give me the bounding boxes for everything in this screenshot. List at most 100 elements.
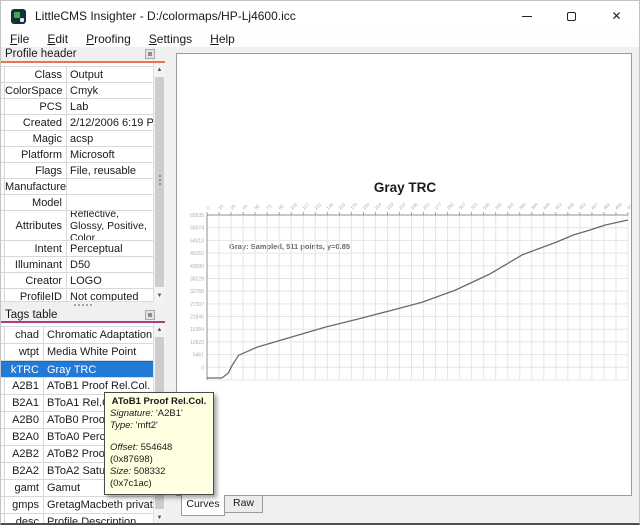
- scroll-down-icon[interactable]: ▼: [154, 511, 165, 523]
- row-value: Gamut: [47, 482, 81, 494]
- row-value: D50: [70, 258, 91, 271]
- table-row[interactable]: Illuminant D50: [1, 257, 153, 273]
- row-label: ProfileID: [19, 290, 62, 302]
- scroll-up-icon[interactable]: ▲: [154, 63, 165, 76]
- menu-edit[interactable]: Edit: [38, 32, 77, 46]
- svg-text:453: 453: [578, 201, 587, 210]
- tooltip-signature: Signature: 'A2B1': [110, 408, 183, 419]
- maximize-button[interactable]: [549, 1, 594, 31]
- menu-proofing[interactable]: Proofing: [77, 32, 140, 46]
- row-label: Attributes: [15, 219, 62, 232]
- row-value: Media White Point: [47, 346, 137, 358]
- row-label: wtpt: [18, 346, 39, 358]
- row-label: Magic: [32, 132, 62, 145]
- svg-text:73: 73: [265, 203, 272, 210]
- panel-options-icon[interactable]: [145, 310, 155, 320]
- row-label: PCS: [39, 100, 62, 113]
- row-value-cell: Cmyk: [66, 83, 153, 98]
- profile-header-title-text: Profile header: [5, 48, 77, 60]
- table-row[interactable]: kTRC Gray TRC: [1, 361, 153, 378]
- table-row[interactable]: Creator LOGO: [1, 273, 153, 289]
- svg-text:21845: 21845: [190, 315, 204, 321]
- table-row[interactable]: Manufacturer: [1, 179, 153, 195]
- table-row[interactable]: wtpt Media White Point: [1, 344, 153, 361]
- row-value-cell: [66, 179, 153, 194]
- menu-settings[interactable]: Settings: [140, 32, 201, 46]
- row-value-cell: Not computed: [66, 289, 153, 301]
- scroll-up-icon[interactable]: ▲: [154, 323, 165, 336]
- svg-text:43690: 43690: [190, 264, 204, 270]
- table-row[interactable]: ColorSpace Cmyk: [1, 83, 153, 99]
- table-row[interactable]: Platform Microsoft: [1, 147, 153, 163]
- trc-curve-chart: 65535 60074 54613 49152 43690 38229 32768 27307…: [190, 201, 631, 381]
- profile-table-scrollbar[interactable]: ▲ ▼: [153, 63, 165, 302]
- row-label: Illuminant: [14, 258, 62, 271]
- row-value-cell: LOGO: [66, 273, 153, 288]
- row-value: Reflective, Glossy, Positive, Color: [70, 211, 147, 240]
- row-label: Class: [34, 68, 62, 81]
- svg-text:29: 29: [229, 203, 236, 210]
- close-button[interactable]: ✕: [594, 1, 639, 31]
- row-label: gmps: [12, 499, 39, 511]
- svg-text:38229: 38229: [190, 276, 204, 282]
- svg-text:58: 58: [253, 203, 260, 210]
- app-window: LittleCMS Insighter - D:/colormaps/HP-Lj…: [0, 0, 640, 525]
- row-value-cell: Output: [66, 67, 153, 82]
- table-row[interactable]: Intent Perceptual: [1, 241, 153, 257]
- svg-text:219: 219: [386, 201, 395, 210]
- row-value-cell: GretagMacbeth private: [43, 497, 153, 513]
- scroll-down-icon[interactable]: ▼: [154, 289, 165, 302]
- menu-help[interactable]: Help: [201, 32, 244, 46]
- table-row[interactable]: desc Profile Description: [1, 514, 153, 523]
- row-value-cell: Media White Point: [43, 344, 153, 360]
- row-value-cell: acsp: [66, 131, 153, 146]
- svg-text:204: 204: [374, 201, 383, 210]
- svg-text:10923: 10923: [190, 340, 204, 346]
- svg-text:60074: 60074: [190, 226, 204, 232]
- row-value-cell: Lab: [66, 99, 153, 114]
- svg-text:263: 263: [422, 201, 431, 210]
- tab-curves[interactable]: Curves: [181, 495, 225, 516]
- svg-text:467: 467: [590, 201, 599, 210]
- table-row[interactable]: Flags File, reusable: [1, 163, 153, 179]
- scrollbar-thumb[interactable]: [155, 77, 164, 287]
- row-label: kTRC: [10, 363, 39, 376]
- minimize-button[interactable]: [504, 1, 549, 31]
- row-label: A2B2: [12, 448, 39, 460]
- table-row[interactable]: Class Output: [1, 67, 153, 83]
- tab-raw[interactable]: Raw: [224, 496, 263, 513]
- table-row[interactable]: PCS Lab: [1, 99, 153, 115]
- table-row[interactable]: Attributes Reflective, Glossy, Positive, …: [1, 211, 153, 241]
- svg-text:15: 15: [217, 203, 224, 210]
- svg-text:190: 190: [362, 201, 371, 210]
- row-value: AToB1 Proof Rel.Col.: [47, 380, 151, 392]
- row-value-cell: D50: [66, 257, 153, 272]
- svg-text:49152: 49152: [190, 251, 204, 257]
- svg-text:482: 482: [602, 201, 611, 210]
- splitter-grip-icon: [82, 304, 84, 306]
- tooltip-type: Type: 'mft2': [110, 420, 158, 431]
- close-icon: ✕: [611, 9, 622, 23]
- table-row[interactable]: Magic acsp: [1, 131, 153, 147]
- svg-text:307: 307: [458, 201, 467, 210]
- tags-table-panel-title: Tags table: [1, 308, 165, 322]
- menu-file[interactable]: File: [1, 32, 38, 46]
- row-value-cell: 2/12/2006 6:19 PM: [66, 115, 153, 130]
- tooltip-size: Size: 508332 (0x7c1ac): [110, 466, 166, 489]
- table-row[interactable]: chad Chromatic Adaptation: [1, 327, 153, 344]
- svg-text:277: 277: [434, 201, 443, 210]
- svg-text:5461: 5461: [193, 353, 204, 359]
- panel-options-icon[interactable]: [145, 49, 155, 59]
- table-row[interactable]: gmps GretagMacbeth private: [1, 497, 153, 514]
- table-row[interactable]: ProfileID Not computed: [1, 289, 153, 302]
- row-value-cell: Profile Description: [43, 514, 153, 523]
- svg-text:27307: 27307: [190, 302, 204, 308]
- row-label: B2A0: [12, 431, 39, 443]
- tooltip-title: AToB1 Proof Rel.Col.: [111, 396, 207, 407]
- table-row[interactable]: Created 2/12/2006 6:19 PM: [1, 115, 153, 131]
- svg-text:234: 234: [398, 201, 407, 210]
- svg-text:54613: 54613: [190, 238, 204, 244]
- svg-text:102: 102: [289, 201, 298, 210]
- svg-text:365: 365: [506, 201, 515, 210]
- table-row[interactable]: Model: [1, 195, 153, 211]
